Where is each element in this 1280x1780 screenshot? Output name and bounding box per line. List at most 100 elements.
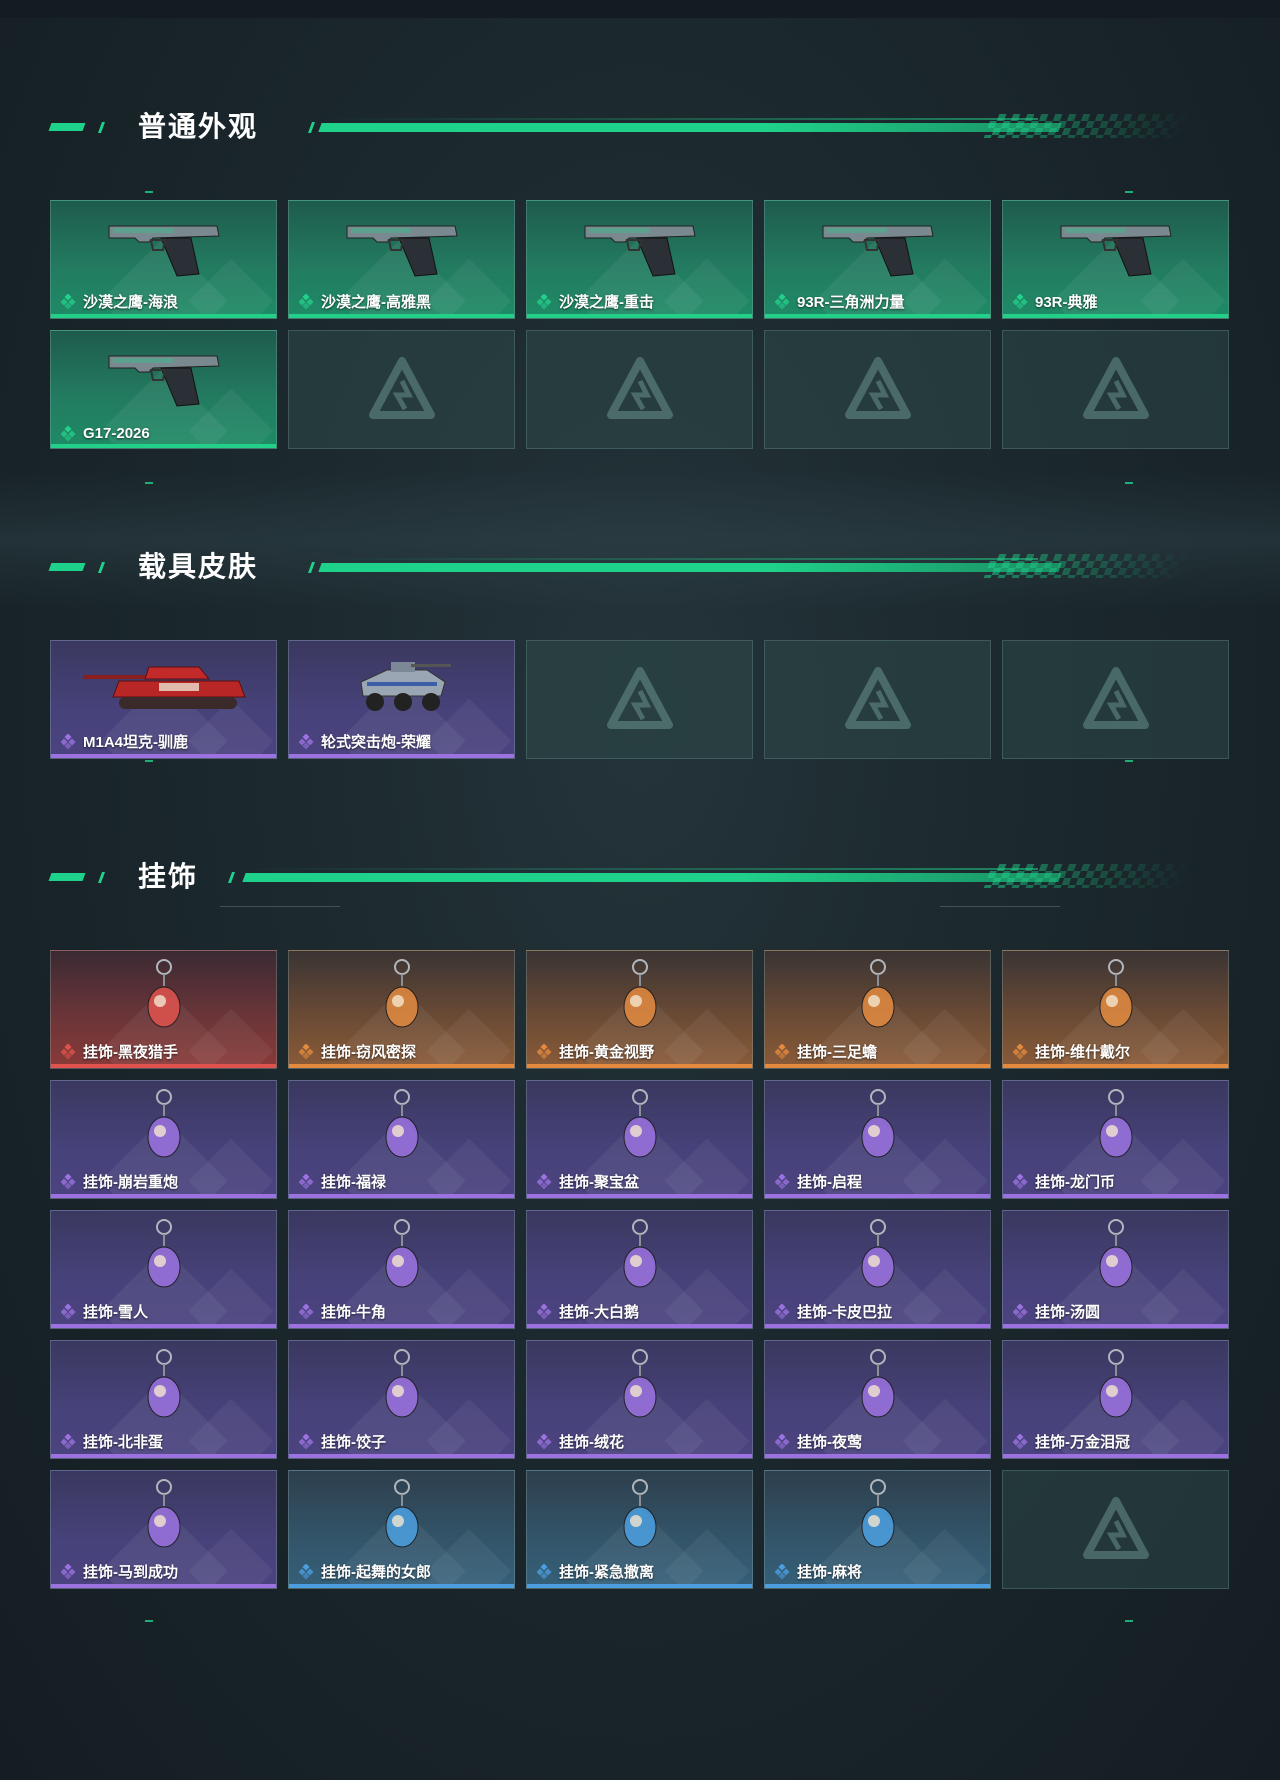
item-label: 挂饰-三足蟾 (774, 1041, 877, 1062)
item-card[interactable]: 挂饰-夜莺 (764, 1340, 991, 1459)
item-name: 挂饰-饺子 (321, 1434, 386, 1451)
rarity-strip (289, 1324, 514, 1328)
game-logo-icon (367, 355, 437, 425)
rarity-diamond-icon (774, 1562, 791, 1580)
pistol-icon (51, 337, 276, 417)
rarity-strip (289, 314, 514, 318)
rarity-diamond-icon (60, 1172, 77, 1190)
item-card[interactable]: 挂饰-卡皮巴拉 (764, 1210, 991, 1329)
item-card[interactable]: 挂饰-汤圆 (1002, 1210, 1229, 1329)
item-card[interactable]: 沙漠之鹰-海浪 (50, 200, 277, 319)
item-label: 挂饰-麻将 (774, 1561, 862, 1582)
item-name: 挂饰-万金泪冠 (1035, 1434, 1130, 1451)
item-label: 挂饰-维什戴尔 (1012, 1041, 1130, 1062)
charm-icon (289, 1347, 514, 1427)
item-card[interactable]: 挂饰-维什戴尔 (1002, 950, 1229, 1069)
header-checker (983, 554, 1193, 578)
item-card[interactable]: 挂饰-大白鹅 (526, 1210, 753, 1329)
pistol-icon (51, 207, 276, 287)
header-checker (983, 114, 1193, 138)
game-logo-icon (605, 665, 675, 735)
item-card[interactable]: 挂饰-聚宝盆 (526, 1080, 753, 1199)
header-mark (48, 563, 86, 571)
item-card[interactable]: 挂饰-龙门币 (1002, 1080, 1229, 1199)
top-band (0, 0, 1280, 18)
decor-tick (145, 1620, 153, 1622)
tank-icon (51, 647, 276, 727)
rarity-diamond-icon (774, 1172, 791, 1190)
rarity-strip (527, 1584, 752, 1588)
header-bar (318, 123, 1062, 132)
rarity-strip (1003, 1194, 1228, 1198)
item-label: 挂饰-汤圆 (1012, 1301, 1100, 1322)
header-bar-thin (238, 868, 1038, 870)
item-label: 挂饰-大白鹅 (536, 1301, 639, 1322)
decor-tick (1125, 482, 1133, 484)
charm-icon (289, 1087, 514, 1167)
charm-icon (527, 1217, 752, 1297)
item-card[interactable]: 挂饰-牛角 (288, 1210, 515, 1329)
background-haze (0, 470, 1280, 610)
item-label: 沙漠之鹰-重击 (536, 291, 654, 312)
item-name: 挂饰-启程 (797, 1174, 862, 1191)
section-header-normal: 普通外观 (48, 108, 1198, 148)
rarity-diamond-icon (60, 1562, 77, 1580)
item-label: 挂饰-马到成功 (60, 1561, 178, 1582)
rarity-diamond-icon (1012, 1432, 1029, 1450)
item-card[interactable]: 挂饰-窃风密探 (288, 950, 515, 1069)
rarity-strip (765, 1584, 990, 1588)
item-card[interactable]: 挂饰-启程 (764, 1080, 991, 1199)
item-card[interactable]: M1A4坦克-驯鹿 (50, 640, 277, 759)
item-card[interactable]: 挂饰-紧急撤离 (526, 1470, 753, 1589)
item-name: 挂饰-大白鹅 (559, 1304, 639, 1321)
item-label: 挂饰-黑夜猎手 (60, 1041, 178, 1062)
decor-tick (145, 191, 153, 193)
item-name: 挂饰-维什戴尔 (1035, 1044, 1130, 1061)
item-card[interactable]: 挂饰-饺子 (288, 1340, 515, 1459)
header-mark (48, 123, 86, 131)
decor-tick (1125, 191, 1133, 193)
item-name: 挂饰-夜莺 (797, 1434, 862, 1451)
item-card[interactable]: 挂饰-福禄 (288, 1080, 515, 1199)
item-card[interactable]: 挂饰-绒花 (526, 1340, 753, 1459)
item-name: 挂饰-窃风密探 (321, 1044, 416, 1061)
item-label: 挂饰-福禄 (298, 1171, 386, 1192)
item-name: G17-2026 (83, 425, 150, 442)
item-card[interactable]: 挂饰-北非蛋 (50, 1340, 277, 1459)
item-card[interactable]: 挂饰-雪人 (50, 1210, 277, 1329)
rarity-strip (51, 444, 276, 448)
rarity-diamond-icon (60, 1302, 77, 1320)
rarity-diamond-icon (60, 1432, 77, 1450)
item-card[interactable]: G17-2026 (50, 330, 277, 449)
item-name: 挂饰-麻将 (797, 1564, 862, 1581)
item-card[interactable]: 挂饰-马到成功 (50, 1470, 277, 1589)
item-card[interactable]: 挂饰-万金泪冠 (1002, 1340, 1229, 1459)
item-card[interactable]: 挂饰-黄金视野 (526, 950, 753, 1069)
item-card[interactable]: 挂饰-崩岩重炮 (50, 1080, 277, 1199)
rarity-diamond-icon (774, 1432, 791, 1450)
item-card[interactable]: 挂饰-起舞的女郎 (288, 1470, 515, 1589)
item-card[interactable]: 挂饰-黑夜猎手 (50, 950, 277, 1069)
rarity-diamond-icon (298, 1302, 315, 1320)
section-title-normal: 普通外观 (138, 110, 259, 143)
item-card[interactable]: 挂饰-麻将 (764, 1470, 991, 1589)
item-card[interactable]: 93R-三角洲力量 (764, 200, 991, 319)
item-name: 挂饰-卡皮巴拉 (797, 1304, 892, 1321)
header-bar (242, 873, 1062, 882)
item-card[interactable]: 挂饰-三足蟾 (764, 950, 991, 1069)
item-label: 挂饰-启程 (774, 1171, 862, 1192)
rarity-strip (289, 1064, 514, 1068)
charm-icon (51, 1087, 276, 1167)
empty-slot (526, 330, 753, 449)
item-card[interactable]: 轮式突击炮-荣耀 (288, 640, 515, 759)
normal-skin-grid: 沙漠之鹰-海浪 沙漠之鹰-高雅黑 沙漠之鹰-重击 93R-三角洲力量 93R-典… (50, 200, 1229, 449)
item-card[interactable]: 沙漠之鹰-重击 (526, 200, 753, 319)
rarity-strip (1003, 1064, 1228, 1068)
rarity-strip (289, 1454, 514, 1458)
charm-icon (1003, 1347, 1228, 1427)
item-card[interactable]: 93R-典雅 (1002, 200, 1229, 319)
game-logo-icon (843, 665, 913, 735)
item-card[interactable]: 沙漠之鹰-高雅黑 (288, 200, 515, 319)
item-name: 挂饰-聚宝盆 (559, 1174, 639, 1191)
charm-icon (765, 1087, 990, 1167)
